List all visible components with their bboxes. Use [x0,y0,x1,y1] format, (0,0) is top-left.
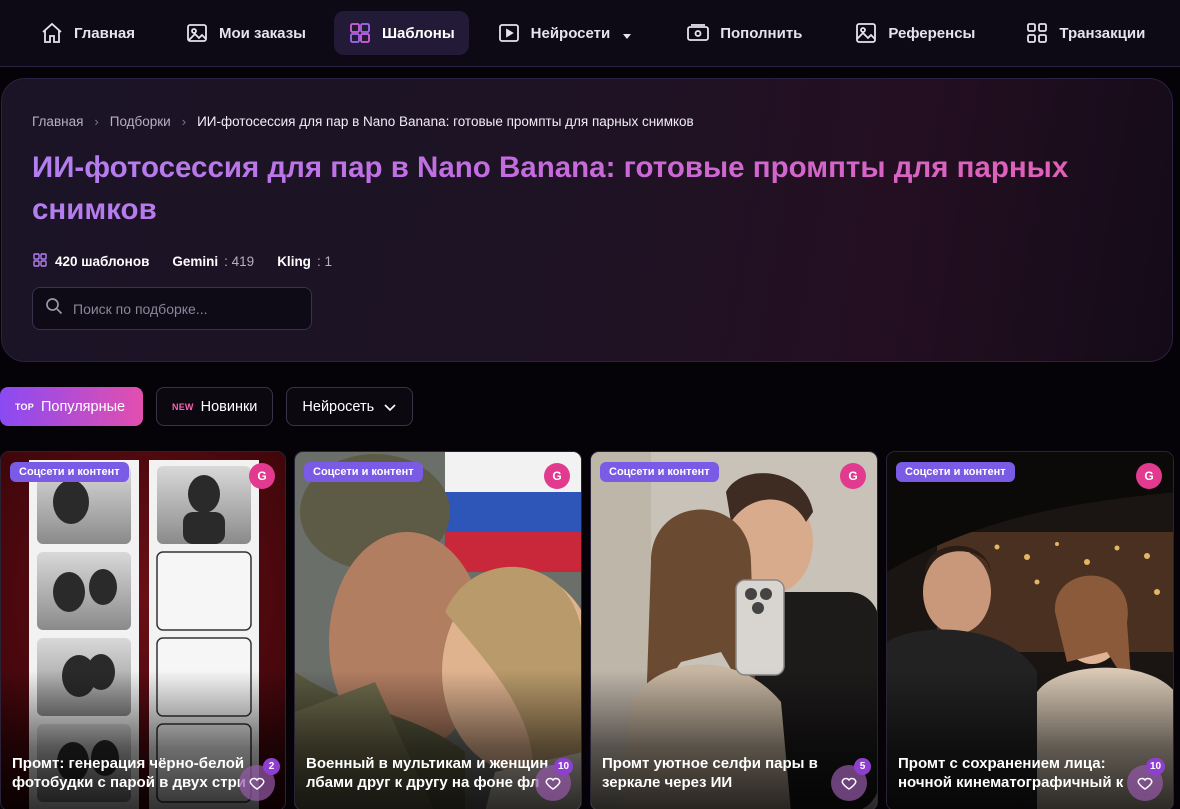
model-kling-label: Kling [277,254,311,269]
nav-item-references[interactable]: Референсы [840,11,989,55]
like-count: 2 [263,758,280,775]
category-badge: Соцсети и контент [600,462,719,482]
card-title: Промт уютное селфи пары в зеркале через … [602,755,818,791]
grid-icon [1025,21,1049,45]
top-tag: TOP [15,401,34,412]
nav-item-top-up[interactable]: Пополнить [672,11,816,55]
nav-label: Нейросети [530,24,611,42]
templates-grid-icon [348,21,372,45]
model-gemini-count: : 419 [224,254,255,269]
page-title: ИИ-фотосессия для пар в Nano Banana: гот… [32,147,1072,231]
nav-item-home[interactable]: Главная [26,11,149,55]
templates-count: 420 шаблонов [33,253,149,270]
breadcrumb-collections[interactable]: Подборки [110,114,171,129]
like-count: 5 [854,758,871,775]
filter-neural-dropdown[interactable]: Нейросеть [286,387,414,426]
model-badge: G [249,463,275,489]
category-badge: Соцсети и контент [304,462,423,482]
heart-icon [841,777,857,790]
template-card[interactable]: Соцсети и контент G Военный в мультикам … [294,451,582,809]
nav-item-templates[interactable]: Шаблоны [333,11,469,55]
caret-down-icon [622,28,632,39]
chevron-right-icon: › [181,114,187,129]
breadcrumb: Главная › Подборки › ИИ-фотосессия для п… [32,114,694,129]
template-card[interactable]: Соцсети и контент G Промт с сохранением … [886,451,1174,809]
heart-icon [249,777,265,790]
chevron-down-icon [383,400,397,414]
category-badge: Соцсети и контент [10,462,129,482]
card-title: Промт с сохранением лица: ночной кинемат… [898,755,1124,791]
search-icon [45,297,63,320]
nav-item-neural-networks[interactable]: Нейросети [483,11,647,55]
collection-hero: Главная › Подборки › ИИ-фотосессия для п… [1,78,1173,362]
collection-search [32,287,312,330]
like-count: 10 [554,758,574,775]
filter-bar: TOP Популярные NEW Новинки Нейросеть [0,387,414,426]
top-nav: Главная Мои заказы Шаблоны Нейросети Поп… [0,0,1180,67]
picture-icon [854,21,878,45]
breadcrumb-current: ИИ-фотосессия для пар в Nano Banana: гот… [197,114,694,129]
template-card[interactable]: Соцсети и контент G Промт уютное селфи п… [590,451,878,809]
search-input[interactable] [73,300,293,317]
card-title: Военный в мультикам и женщин лбами друг … [306,755,549,791]
nav-label: Пополнить [720,24,803,42]
heart-icon [1137,777,1153,790]
play-icon [497,21,521,45]
templates-count-icon [33,253,47,270]
breadcrumb-home[interactable]: Главная [32,114,83,129]
model-badge: G [544,463,570,489]
new-tag: NEW [172,401,194,412]
nav-item-my-orders[interactable]: Мои заказы [171,11,320,55]
heart-icon [545,777,561,790]
model-gemini-label: Gemini [172,254,219,269]
nav-label: Референсы [888,24,976,42]
category-badge: Соцсети и контент [896,462,1015,482]
nav-label: Мои заказы [219,24,306,42]
model-kling-count: : 1 [316,254,332,269]
nav-item-transactions[interactable]: Транзакции [1011,11,1159,55]
card-title: Промт: генерация чёрно-белой фотобудки с… [12,755,246,791]
like-count: 10 [1146,758,1166,775]
template-card[interactable]: Соцсети и контент G Промт: генерация чёр… [0,451,286,809]
chevron-right-icon: › [94,114,99,129]
image-icon [185,21,209,45]
nav-label: Шаблоны [381,24,455,42]
nav-label: Главная [74,24,136,42]
model-badge: G [840,463,866,489]
model-badge: G [1136,463,1162,489]
filter-popular-button[interactable]: TOP Популярные [0,387,143,426]
nav-label: Транзакции [1059,24,1146,42]
collection-stats: 420 шаблонов Gemini : 419 Kling : 1 [33,253,355,270]
wallet-icon [686,21,710,45]
filter-new-button[interactable]: NEW Новинки [156,387,274,426]
home-icon [40,21,64,45]
